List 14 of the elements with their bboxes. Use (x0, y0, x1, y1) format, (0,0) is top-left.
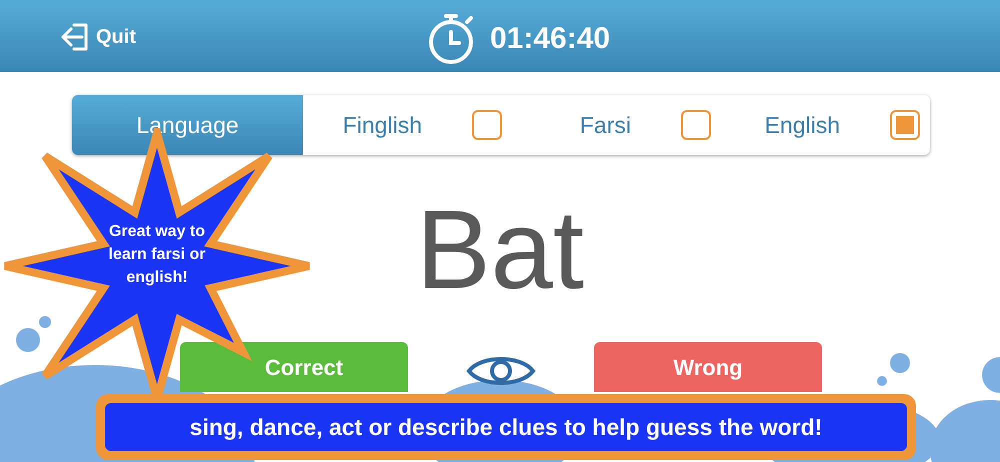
checkbox[interactable] (890, 110, 920, 140)
language-option: Finglish (342, 108, 422, 142)
checkbox[interactable] (681, 110, 711, 140)
language-option: English (764, 108, 840, 142)
hint-text: sing, dance, act or describe clues to help guess the word! (105, 403, 907, 451)
language-option: Farsi (580, 108, 631, 142)
checkbox[interactable] (472, 110, 502, 140)
star-text: Great way to learn farsi or english! (108, 222, 206, 288)
wrong-button[interactable]: Wrong (594, 342, 822, 392)
word-text: Bat (414, 186, 586, 314)
language-label: Language (72, 95, 303, 155)
quit-button[interactable]: Quit (60, 22, 136, 52)
correct-button[interactable]: Correct (180, 342, 408, 392)
timer-text: 01:46:40 (490, 20, 610, 56)
